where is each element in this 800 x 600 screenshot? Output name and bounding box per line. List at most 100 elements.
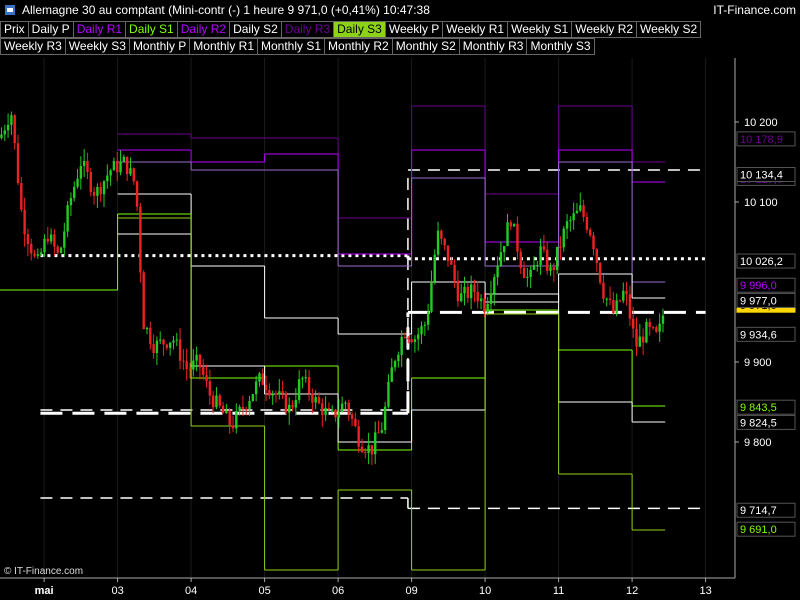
candle-down <box>466 286 470 299</box>
candle-down <box>559 246 562 248</box>
candle-up <box>512 223 516 227</box>
candle-up <box>393 361 397 368</box>
candle-down <box>364 452 367 454</box>
candle-down <box>321 403 324 416</box>
candle-up <box>506 222 509 247</box>
candle-down <box>116 161 119 173</box>
candle-down <box>92 191 96 196</box>
candle-down <box>410 339 413 343</box>
candle-down <box>135 181 139 207</box>
candle-down <box>264 384 268 391</box>
price-chart[interactable]: 9 800 9 900 10 100 10 200 mai 03 04 05 06 09 10 11 1… <box>0 0 800 600</box>
candle-down <box>202 367 205 375</box>
candle-up <box>420 325 423 335</box>
candle-up <box>122 156 126 162</box>
candle-up <box>374 432 377 455</box>
candle-down <box>635 328 638 347</box>
candle-down <box>268 390 271 396</box>
candle-up <box>3 130 6 135</box>
candle-up <box>417 334 420 340</box>
candle-up <box>555 246 559 271</box>
candle-up <box>39 252 43 255</box>
candle-down <box>188 369 192 371</box>
candle-up <box>215 395 218 408</box>
candle-down <box>165 344 169 348</box>
candle-up <box>638 336 642 347</box>
candle-down <box>456 280 460 302</box>
candle-down <box>198 354 202 368</box>
candle-up <box>463 286 466 294</box>
candle-down <box>582 205 585 217</box>
candle-down <box>23 209 26 235</box>
candle-up <box>529 269 532 277</box>
candle-down <box>311 393 314 403</box>
candle-down <box>261 373 264 385</box>
candle-down <box>205 374 208 382</box>
candle-down <box>274 393 278 395</box>
candle-up <box>562 228 565 248</box>
candle-up <box>79 166 83 179</box>
x-tick-label: 06 <box>332 585 344 597</box>
candle-down <box>476 292 479 302</box>
x-tick-label: 03 <box>111 585 123 597</box>
candle-down <box>632 318 635 329</box>
candle-down <box>162 339 165 345</box>
candle-down <box>33 253 36 256</box>
candle-down <box>641 336 645 343</box>
candle-up <box>63 231 66 248</box>
candle-down <box>347 402 350 415</box>
candle-up <box>301 378 304 380</box>
candle-down <box>307 377 311 394</box>
candle-up <box>536 265 539 267</box>
price-tag-label: 10 178,9 <box>740 134 783 146</box>
candle-up <box>6 124 10 131</box>
candle-up <box>423 324 427 326</box>
candle-down <box>552 267 556 271</box>
candle-down <box>595 249 599 263</box>
candle-up <box>159 339 162 341</box>
candle-down <box>598 262 602 283</box>
candle-down <box>542 246 546 250</box>
candle-up <box>102 181 106 195</box>
candle-up <box>331 409 334 411</box>
candle-down <box>354 418 357 427</box>
candle-up <box>340 403 344 412</box>
candle-up <box>460 293 463 302</box>
candle-up <box>10 115 13 125</box>
candle-down <box>228 410 231 426</box>
x-tick-label: 11 <box>553 585 564 597</box>
candle-down <box>370 445 374 455</box>
candle-down <box>53 234 56 247</box>
candle-down <box>628 294 632 319</box>
price-tag-label: 9 934,6 <box>740 329 777 341</box>
candle-up <box>129 168 132 175</box>
candle-up <box>397 354 400 362</box>
candle-up <box>387 381 390 407</box>
candle-down <box>546 249 549 271</box>
candle-down <box>407 337 410 340</box>
candle-down <box>589 229 592 236</box>
price-tag-label: 10 026,2 <box>740 256 783 268</box>
candle-up <box>575 210 579 214</box>
candle-up <box>383 406 387 431</box>
candle-down <box>350 414 354 419</box>
candle-down <box>651 327 655 329</box>
price-tag-label: 9 824,5 <box>740 417 777 429</box>
candle-up <box>145 327 149 330</box>
candle-up <box>572 213 575 221</box>
candle-up <box>109 170 112 176</box>
candle-down <box>89 172 92 192</box>
candle-down <box>483 298 486 313</box>
candle-up <box>469 284 473 299</box>
candle-down <box>655 327 658 332</box>
candle-up <box>569 220 572 222</box>
candle-down <box>648 322 651 328</box>
candle-up <box>258 373 261 382</box>
price-tag-label: 9 996,0 <box>740 280 777 292</box>
copyright-text: © IT-Finance.com <box>4 566 84 577</box>
candle-down <box>185 361 188 370</box>
candle-down <box>453 264 456 281</box>
candle-up <box>49 234 53 242</box>
price-tag-label: 10 134,4 <box>740 169 783 181</box>
x-tick-label: 09 <box>405 585 417 597</box>
